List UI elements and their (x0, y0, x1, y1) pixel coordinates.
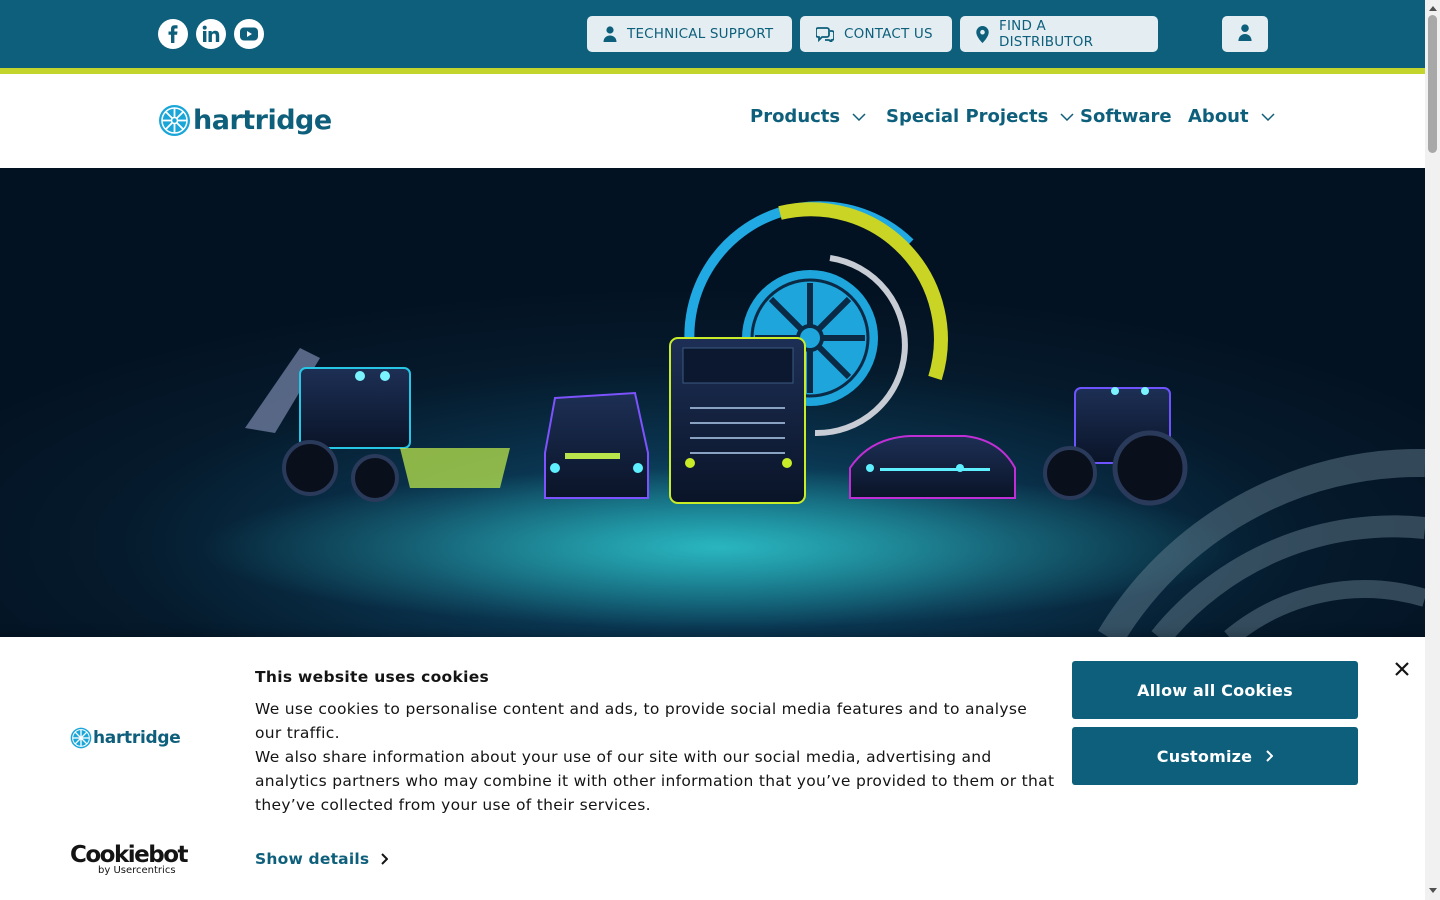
nav-about[interactable]: About (1188, 106, 1275, 127)
cookie-paragraph-1: We use cookies to personalise content an… (255, 700, 1028, 742)
cookie-consent-banner: hartridge Cookiebot by Usercentrics This… (0, 637, 1425, 900)
facebook-icon[interactable] (158, 19, 188, 49)
scroll-up-arrow-icon[interactable] (1428, 3, 1437, 13)
nav-about-label: About (1188, 106, 1249, 127)
top-utility-bar: TECHNICAL SUPPORT CONTACT US FIND A DIST… (0, 0, 1425, 68)
truck-graphic (669, 337, 806, 504)
cookiebot-brand: Cookiebot (70, 842, 189, 868)
chevron-down-icon (852, 112, 866, 121)
linkedin-icon[interactable] (196, 19, 226, 49)
technical-support-label: TECHNICAL SUPPORT (627, 26, 774, 42)
nav-special-projects[interactable]: Special Projects (886, 106, 1074, 127)
chevron-right-icon (381, 853, 389, 865)
cookiebot-sub: by Usercentrics (98, 865, 176, 876)
account-button[interactable] (1222, 16, 1268, 52)
cookie-banner-logo: hartridge (70, 727, 181, 749)
allow-all-label: Allow all Cookies (1137, 680, 1293, 700)
logo-wordmark: hartridge (193, 105, 332, 136)
turbine-logo-icon (70, 727, 92, 749)
hero-banner-image (0, 168, 1425, 638)
sports-car-graphic (849, 435, 1016, 499)
close-icon[interactable] (1390, 657, 1414, 681)
cookie-description: We use cookies to personalise content an… (255, 697, 1055, 817)
nav-software[interactable]: Software (1080, 106, 1172, 127)
nav-products[interactable]: Products (750, 106, 866, 127)
turbine-logo-icon (159, 105, 190, 136)
backhoe-loader-graphic (245, 348, 510, 502)
find-distributor-button[interactable]: FIND A DISTRIBUTOR (960, 16, 1158, 52)
user-icon (1238, 23, 1252, 45)
chat-icon (816, 26, 834, 42)
location-pin-icon (976, 25, 989, 43)
scrollbar-thumb[interactable] (1428, 15, 1437, 153)
cookie-title: This website uses cookies (255, 668, 490, 686)
customize-button[interactable]: Customize (1072, 727, 1358, 785)
chevron-right-icon (1266, 750, 1274, 762)
nav-special-projects-label: Special Projects (886, 106, 1049, 127)
hartridge-logo[interactable]: hartridge (158, 104, 332, 137)
cookie-paragraph-2: We also share information about your use… (255, 748, 1055, 814)
show-details-link[interactable]: Show details (255, 850, 389, 868)
chevron-down-icon (1060, 112, 1074, 121)
page-scrollbar[interactable] (1425, 0, 1440, 900)
contact-us-label: CONTACT US (844, 26, 933, 42)
show-details-label: Show details (255, 850, 370, 868)
person-icon (603, 26, 617, 42)
cookie-logo-wordmark: hartridge (93, 728, 181, 748)
allow-all-cookies-button[interactable]: Allow all Cookies (1072, 661, 1358, 719)
youtube-icon[interactable] (234, 19, 264, 49)
nav-products-label: Products (750, 106, 841, 127)
van-graphic (544, 391, 649, 499)
technical-support-button[interactable]: TECHNICAL SUPPORT (587, 16, 792, 52)
cookiebot-logo[interactable]: Cookiebot by Usercentrics (70, 842, 189, 876)
scroll-down-arrow-icon[interactable] (1428, 886, 1437, 896)
contact-us-button[interactable]: CONTACT US (800, 16, 952, 52)
tractor-graphic (1043, 387, 1188, 506)
chevron-down-icon (1261, 112, 1275, 121)
main-header: hartridge Products Special Projects Soft… (0, 74, 1425, 168)
nav-software-label: Software (1080, 106, 1172, 127)
find-distributor-label: FIND A DISTRIBUTOR (999, 18, 1094, 50)
customize-label: Customize (1156, 746, 1253, 766)
